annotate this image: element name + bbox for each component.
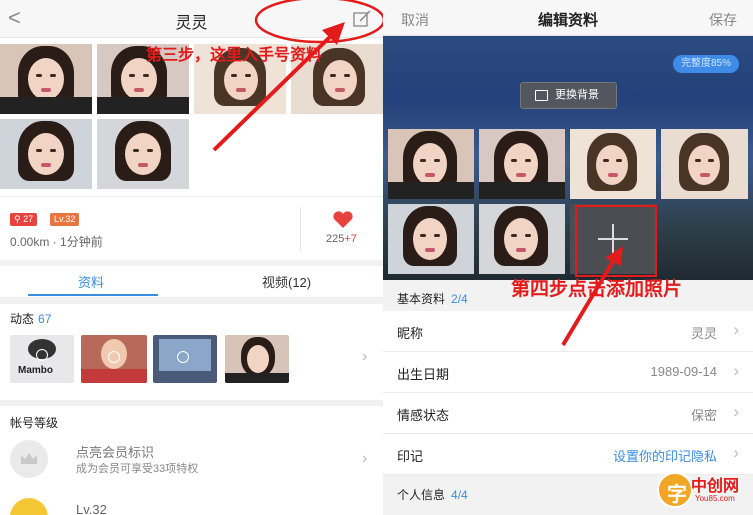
divider <box>0 298 383 304</box>
member-subtitle: 成为会员可享受33项特权 <box>76 463 199 475</box>
tab-profile[interactable]: 资料 <box>78 272 104 291</box>
tab-videos[interactable]: 视频(12) <box>262 272 311 291</box>
row-value: 设置你的印记隐私 <box>612 449 717 464</box>
account-level-title: 帐号等级 <box>10 416 59 430</box>
watermark-name: 中创网 <box>691 478 740 495</box>
member-title: 点亮会员标识 <box>76 445 155 460</box>
dynamic-thumbnail[interactable] <box>153 335 217 383</box>
level-label: Lv.32 <box>76 502 107 515</box>
watermark-logo: 字 中创网 You85.com <box>657 470 747 510</box>
row-key: 出生日期 <box>397 367 450 382</box>
profile-view-panel: < 灵灵 第三步，这里入手号资料 ⚲ 27 Lv.32 0.00km · 1分钟… <box>0 0 383 515</box>
thumbnail-text: Mambo <box>18 365 53 376</box>
heart-icon[interactable] <box>332 211 354 229</box>
dynamic-thumbnail[interactable] <box>81 335 147 383</box>
row-imprint[interactable]: 印记 设置你的印记隐私 › <box>383 434 753 475</box>
edit-profile-panel: 取消 编辑资料 保存 完整度85% 更换背景 基本资料 2/4 昵称 灵灵 › … <box>383 0 753 515</box>
annotation-arrow <box>561 246 623 347</box>
key-icon: ⚲ <box>14 214 24 224</box>
personal-info-label: 个人信息 4/4 <box>397 486 468 503</box>
row-relationship-status[interactable]: 情感状态 保密 › <box>383 393 753 434</box>
annotation-arrow <box>212 0 383 152</box>
level-icon <box>10 498 48 515</box>
likes-count-value: 225 <box>326 233 345 245</box>
personal-info-fraction: 4/4 <box>451 488 468 502</box>
divider <box>0 400 383 406</box>
rank-badge: ⚲ 27 <box>10 213 38 226</box>
likes-increment: +7 <box>344 233 357 245</box>
dynamic-thumbnail[interactable] <box>225 335 289 383</box>
chevron-right-icon: › <box>733 361 739 380</box>
row-key: 印记 <box>397 449 424 464</box>
profile-stats: ⚲ 27 Lv.32 0.00km · 1分钟前 225+7 <box>0 196 383 260</box>
dynamic-thumbnail[interactable]: Mambo <box>10 335 74 383</box>
dynamics-label: 动态 <box>10 312 35 326</box>
divider <box>300 207 301 251</box>
personal-info-title: 个人信息 <box>397 488 446 502</box>
likes-count: 225+7 <box>326 233 357 245</box>
dynamics-count: 67 <box>38 312 52 326</box>
rank-badge-value: 27 <box>23 214 34 224</box>
row-value: 1989-09-14 <box>650 364 718 379</box>
chevron-right-icon: › <box>733 402 739 421</box>
row-key: 情感状态 <box>397 408 450 423</box>
watermark-icon: 字 <box>657 472 693 508</box>
active-tab-indicator <box>28 294 158 296</box>
play-icon <box>108 351 120 363</box>
level-badge: Lv.32 <box>50 213 80 226</box>
row-value: 保密 <box>690 408 717 423</box>
chevron-right-icon[interactable]: › <box>362 348 367 366</box>
watermark-glyph: 字 <box>667 484 687 506</box>
distance-time: 0.00km · 1分钟前 <box>10 235 103 249</box>
dynamics-header[interactable]: 动态 67 <box>10 310 51 327</box>
chevron-right-icon[interactable]: › <box>362 450 367 468</box>
profile-tabs: 资料 视频(12) <box>0 266 383 298</box>
crown-icon <box>10 440 48 478</box>
watermark-domain: You85.com <box>695 494 735 503</box>
play-icon <box>177 351 189 363</box>
play-icon <box>36 349 48 361</box>
chevron-right-icon: › <box>733 443 739 462</box>
